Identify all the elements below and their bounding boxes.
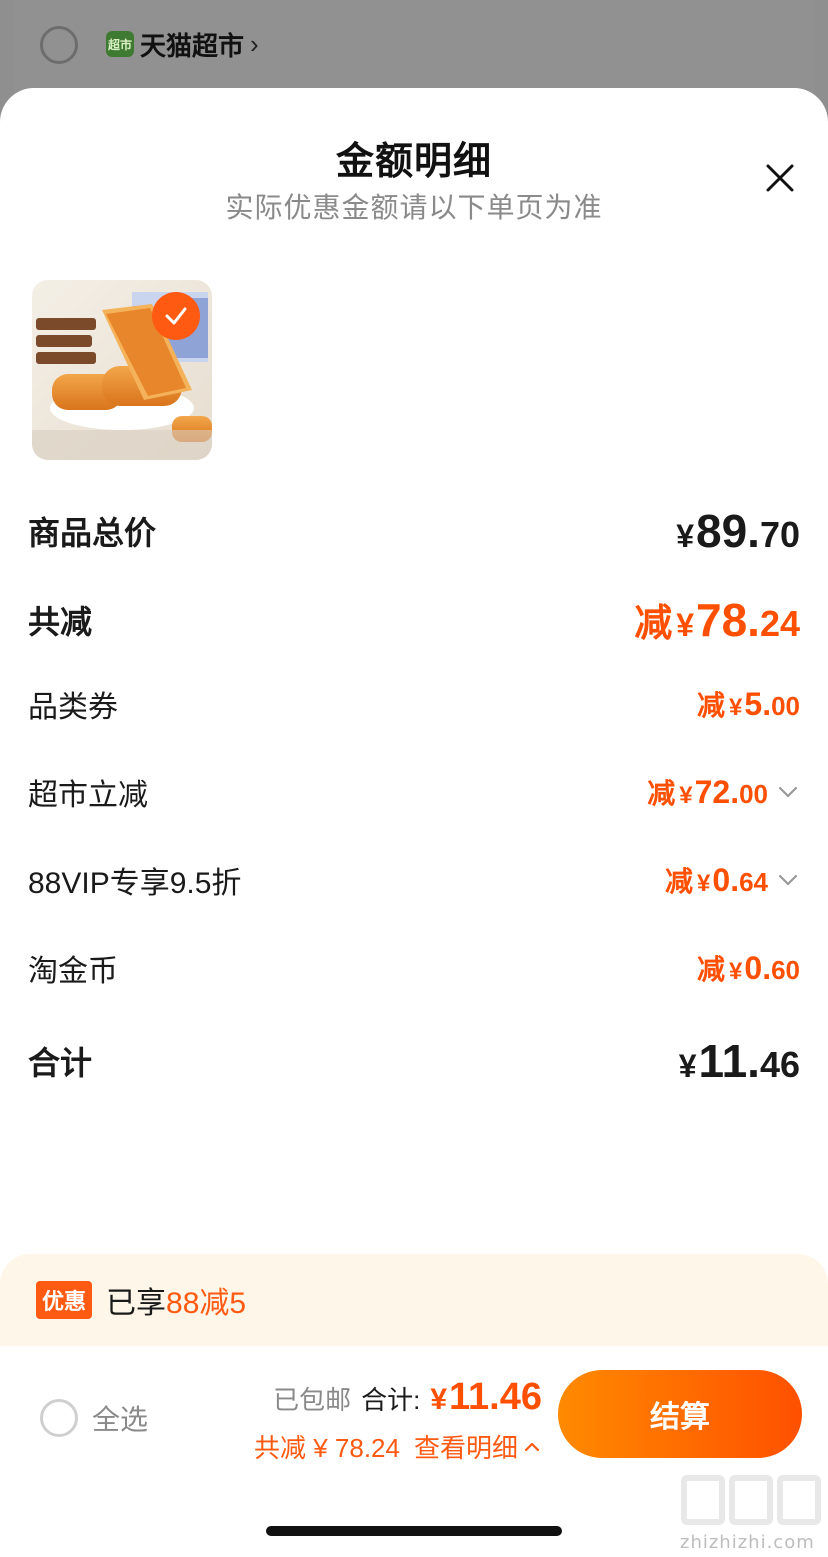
market-instant-row[interactable]: 超市立减 减 ¥ 72. 00 <box>28 770 800 814</box>
view-details-link[interactable]: 查看明细 <box>414 1428 542 1465</box>
promo-banner: 优惠 已享88减5 <box>0 1254 828 1346</box>
category-coupon-amount: 减 ¥ 5. 00 <box>697 686 800 722</box>
market-instant-label: 超市立减 <box>28 779 148 812</box>
category-coupon-row: 品类券 减 ¥ 5. 00 <box>28 682 800 726</box>
category-coupon-label: 品类券 <box>28 691 118 724</box>
saved-text: 共减 ¥ 78.24 <box>254 1433 400 1463</box>
checkout-total-line: 已包邮 合计: ¥ 11.46 <box>273 1376 542 1419</box>
vip-discount-label: 88VIP专享9.5折 <box>28 867 242 900</box>
shipping-status: 已包邮 <box>273 1385 352 1415</box>
gold-coins-row: 淘金币 减 ¥ 0. 60 <box>28 946 800 990</box>
sheet-title: 金额明细 <box>335 141 492 183</box>
subtotal-amount: ¥ 89. 70 <box>676 505 800 557</box>
select-all-label: 全选 <box>92 1404 149 1435</box>
chevron-right-icon: › <box>250 28 259 59</box>
total-label: 合计 <box>28 1045 93 1081</box>
checkout-button[interactable]: 结算 <box>558 1370 802 1458</box>
promo-text: 已享88减5 <box>106 1287 247 1320</box>
total-row: 合计 ¥ 11. 46 <box>28 1034 800 1088</box>
market-instant-amount: 减 ¥ 72. 00 <box>647 774 768 810</box>
total-discount-row: 共减 减 ¥ 78. 24 <box>28 592 800 647</box>
select-all-toggle[interactable]: 全选 <box>40 1398 148 1438</box>
gold-coins-label: 淘金币 <box>28 955 118 988</box>
sheet-subtitle: 实际优惠金额请以下单页为准 <box>225 192 603 223</box>
select-all-radio[interactable] <box>40 1399 78 1437</box>
store-logo-icon: 超市 <box>106 31 134 57</box>
selected-check-icon <box>152 292 200 340</box>
checkout-total-label: 合计: <box>361 1385 421 1415</box>
chevron-up-icon <box>524 1442 540 1451</box>
vip-discount-amount: 减 ¥ 0. 64 <box>665 862 768 898</box>
total-discount-label: 共减 <box>28 603 93 640</box>
product-thumbnail[interactable] <box>32 280 212 460</box>
close-icon[interactable] <box>760 158 800 198</box>
gold-coins-amount: 减 ¥ 0. 60 <box>697 950 800 986</box>
vip-discount-row[interactable]: 88VIP专享9.5折 减 ¥ 0. 64 <box>28 858 800 902</box>
store-name: 天猫超市 <box>140 30 245 61</box>
store-link[interactable]: 超市 天猫超市 › <box>106 26 259 62</box>
checkout-total-amount: ¥ 11.46 <box>430 1376 542 1418</box>
saved-line: 共减 ¥ 78.24 查看明细 <box>254 1428 542 1465</box>
watermark-text: zhizhizhi.com <box>680 1532 815 1553</box>
amount-details-sheet: 金额明细 实际优惠金额请以下单页为准 商品总价 ¥ 89. 70 共减 减 ¥ … <box>0 88 828 1557</box>
store-select-radio[interactable] <box>40 26 78 64</box>
home-indicator[interactable] <box>266 1526 562 1536</box>
total-discount-amount: 减 ¥ 78. 24 <box>634 594 800 646</box>
subtotal-row: 商品总价 ¥ 89. 70 <box>28 504 800 558</box>
promo-tag: 优惠 <box>36 1281 93 1319</box>
chevron-down-icon[interactable] <box>776 780 800 804</box>
total-amount: ¥ 11. 46 <box>678 1035 800 1087</box>
chevron-down-icon[interactable] <box>776 868 800 892</box>
subtotal-label: 商品总价 <box>28 515 157 551</box>
